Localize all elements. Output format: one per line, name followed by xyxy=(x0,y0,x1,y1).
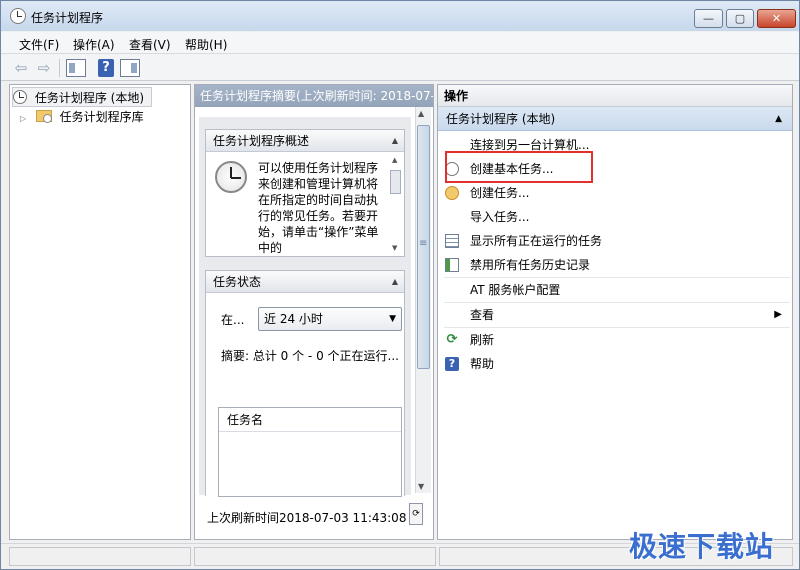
list-icon xyxy=(445,234,459,248)
refresh-icon: ⟳ xyxy=(446,332,458,347)
last-refresh-text: 上次刷新时间2018-07-03 11:43:08 xyxy=(207,511,407,525)
history-icon xyxy=(445,258,459,272)
menu-view[interactable]: 查看(V) xyxy=(129,36,171,53)
show-console-tree-icon[interactable] xyxy=(66,59,86,77)
column-header-task-name[interactable]: 任务名 xyxy=(219,408,401,432)
minimize-button[interactable]: — xyxy=(694,9,723,28)
close-button[interactable]: ✕ xyxy=(757,9,796,28)
task-scheduler-icon xyxy=(10,8,26,24)
actions-group-label: 任务计划程序 (本地) xyxy=(446,112,556,126)
gear-icon xyxy=(445,186,459,200)
overview-scrollbar[interactable]: ▲ ▼ xyxy=(390,156,402,252)
tree-item-root[interactable]: 任务计划程序 (本地) xyxy=(12,87,152,107)
menu-file[interactable]: 文件(F) xyxy=(19,36,59,53)
task-list[interactable]: 任务名 xyxy=(218,407,402,497)
summary-scrollbar[interactable]: ▲ ▼ xyxy=(415,107,431,493)
scroll-thumb[interactable] xyxy=(417,125,430,369)
title-bar: 任务计划程序 — ▢ ✕ xyxy=(1,1,799,31)
overview-header[interactable]: 任务计划程序概述 ▲ xyxy=(206,130,404,152)
status-cell xyxy=(194,547,436,566)
action-create-task[interactable]: 创建任务... xyxy=(438,181,792,205)
status-section: 任务状态 ▲ 在... 近 24 小时 ▼ 摘要: 总计 0 个 - 0 个正在… xyxy=(205,270,405,497)
overview-section: 任务计划程序概述 ▲ 可以使用任务计划程序来创建和管理计算机将在所指定的时间自动… xyxy=(205,129,405,257)
folder-icon xyxy=(35,110,52,123)
site-watermark: 极速下载站 xyxy=(629,530,775,563)
menu-action[interactable]: 操作(A) xyxy=(73,36,115,53)
action-show-running[interactable]: 显示所有正在运行的任务 xyxy=(438,229,792,253)
help-icon[interactable]: ? xyxy=(98,59,114,77)
status-header[interactable]: 任务状态 ▲ xyxy=(206,271,404,293)
menu-bar: 文件(F) 操作(A) 查看(V) 帮助(H) xyxy=(1,32,799,54)
show-action-pane-icon[interactable] xyxy=(120,59,140,77)
action-label: 显示所有正在运行的任务 xyxy=(470,234,603,248)
tree-item-label: 任务计划程序库 xyxy=(59,110,144,124)
actions-group-header[interactable]: 任务计划程序 (本地) ▲ xyxy=(438,107,792,131)
action-label: 帮助 xyxy=(470,357,495,371)
toolbar-separator xyxy=(59,59,60,77)
tree-item-library[interactable]: ▷ 任务计划程序库 xyxy=(20,107,144,127)
clock-icon xyxy=(215,161,247,193)
highlight-annotation xyxy=(445,151,593,183)
action-at-service[interactable]: AT 服务帐户配置 xyxy=(438,278,792,302)
time-range-select[interactable]: 近 24 小时 ▼ xyxy=(258,307,402,331)
summary-header: 任务计划程序摘要(上次刷新时间: 2018-07-0 xyxy=(195,85,433,107)
overview-title: 任务计划程序概述 xyxy=(213,134,310,148)
maximize-button[interactable]: ▢ xyxy=(726,9,754,28)
summary-panel: 任务计划程序摘要(上次刷新时间: 2018-07-0 任务计划程序概述 ▲ 可以… xyxy=(194,84,434,540)
tree-item-label: 任务计划程序 (本地) xyxy=(34,91,145,105)
chevron-right-icon: ▶ xyxy=(774,309,782,320)
status-cell xyxy=(9,547,191,566)
action-refresh[interactable]: ⟳ 刷新 xyxy=(438,328,792,352)
select-value: 近 24 小时 xyxy=(264,312,323,326)
clock-icon xyxy=(13,90,27,104)
expand-arrow-icon[interactable]: ▷ xyxy=(20,109,32,129)
action-import-task[interactable]: 导入任务... xyxy=(438,205,792,229)
collapse-icon[interactable]: ▲ xyxy=(775,107,782,131)
action-disable-history[interactable]: 禁用所有任务历史记录 xyxy=(438,253,792,277)
status-summary: 摘要: 总计 0 个 - 0 个正在运行... xyxy=(221,349,399,363)
action-view[interactable]: 查看 ▶ xyxy=(438,303,792,327)
action-label: AT 服务帐户配置 xyxy=(470,283,561,297)
collapse-icon[interactable]: ▲ xyxy=(392,271,398,293)
main-window: 任务计划程序 — ▢ ✕ 文件(F) 操作(A) 查看(V) 帮助(H) ⇦ ⇨… xyxy=(0,0,800,570)
action-label: 禁用所有任务历史记录 xyxy=(470,258,591,272)
back-arrow-icon[interactable]: ⇦ xyxy=(11,58,31,78)
action-label: 创建任务... xyxy=(470,186,530,200)
status-title: 任务状态 xyxy=(213,275,262,289)
forward-arrow-icon[interactable]: ⇨ xyxy=(34,58,54,78)
toolbar: ⇦ ⇨ ? xyxy=(1,54,799,81)
action-label: 查看 xyxy=(470,308,495,322)
refresh-icon[interactable]: ⟳ xyxy=(409,503,423,525)
menu-help[interactable]: 帮助(H) xyxy=(185,36,227,53)
console-tree: 任务计划程序 (本地) ▷ 任务计划程序库 xyxy=(9,84,191,540)
status-label: 在... xyxy=(221,313,245,327)
help-icon: ? xyxy=(445,357,459,371)
collapse-icon[interactable]: ▲ xyxy=(392,130,398,152)
action-help[interactable]: ? 帮助 xyxy=(438,352,792,376)
window-title: 任务计划程序 xyxy=(31,11,104,25)
action-label: 导入任务... xyxy=(470,210,530,224)
overview-text: 可以使用任务计划程序来创建和管理计算机将在所指定的时间自动执行的常见任务。若要开… xyxy=(258,161,379,255)
actions-title: 操作 xyxy=(438,85,792,107)
action-label: 刷新 xyxy=(470,333,495,347)
chevron-down-icon: ▼ xyxy=(389,314,396,324)
